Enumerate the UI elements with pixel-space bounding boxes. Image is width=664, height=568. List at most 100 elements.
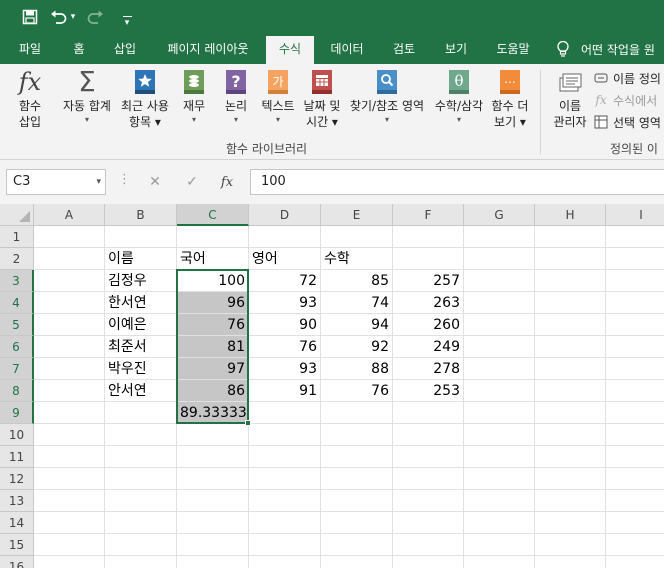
row-header-3[interactable]: 3 [0, 270, 34, 292]
cell-c13[interactable] [177, 490, 249, 512]
cell-f14[interactable] [393, 512, 464, 534]
cell-a1[interactable] [34, 226, 105, 248]
cell-c4[interactable]: 96 [177, 292, 249, 314]
cell-d2[interactable]: 영어 [249, 248, 321, 270]
cell-a3[interactable] [34, 270, 105, 292]
cell-g4[interactable] [464, 292, 535, 314]
column-header-d[interactable]: D [249, 204, 321, 226]
tab-home[interactable]: 홈 [62, 34, 96, 64]
cell-d11[interactable] [249, 446, 321, 468]
row-header-12[interactable]: 12 [0, 468, 34, 490]
cell-b10[interactable] [105, 424, 177, 446]
cell-e6[interactable]: 92 [321, 336, 393, 358]
cell-a2[interactable] [34, 248, 105, 270]
cell-b5[interactable]: 이예은 [105, 314, 177, 336]
row-header-7[interactable]: 7 [0, 358, 34, 380]
cell-d8[interactable]: 91 [249, 380, 321, 402]
fill-handle[interactable] [245, 420, 251, 426]
cell-i5[interactable] [606, 314, 664, 336]
more-functions-button[interactable]: ... 함수 더 보기 ▾ [488, 68, 532, 130]
cell-e15[interactable] [321, 534, 393, 556]
cell-h4[interactable] [535, 292, 606, 314]
cell-d16[interactable] [249, 556, 321, 568]
cell-i2[interactable] [606, 248, 664, 270]
logical-button[interactable]: ? 논리 ▾ [220, 68, 252, 126]
cell-g14[interactable] [464, 512, 535, 534]
cell-e14[interactable] [321, 512, 393, 534]
cell-c12[interactable] [177, 468, 249, 490]
cell-c1[interactable] [177, 226, 249, 248]
undo-dropdown-icon[interactable]: ▾ [68, 5, 78, 29]
cell-h1[interactable] [535, 226, 606, 248]
cell-b13[interactable] [105, 490, 177, 512]
row-header-6[interactable]: 6 [0, 336, 34, 358]
cell-f7[interactable]: 278 [393, 358, 464, 380]
cell-d5[interactable]: 90 [249, 314, 321, 336]
recently-used-button[interactable]: 최근 사용 항목 ▾ [117, 68, 173, 130]
cell-a13[interactable] [34, 490, 105, 512]
cell-b4[interactable]: 한서연 [105, 292, 177, 314]
autosum-button[interactable]: Σ 자동 합계 ▾ [59, 68, 115, 126]
cell-d4[interactable]: 93 [249, 292, 321, 314]
cell-h9[interactable] [535, 402, 606, 424]
math-trig-button[interactable]: θ 수학/삼각 ▾ [430, 68, 488, 126]
cell-a6[interactable] [34, 336, 105, 358]
cell-e12[interactable] [321, 468, 393, 490]
cell-h14[interactable] [535, 512, 606, 534]
cell-f8[interactable]: 253 [393, 380, 464, 402]
column-header-f[interactable]: F [393, 204, 464, 226]
row-header-14[interactable]: 14 [0, 512, 34, 534]
formula-input[interactable]: 100 [250, 169, 664, 195]
cancel-entry-icon[interactable]: ✕ [144, 170, 166, 194]
cell-h7[interactable] [535, 358, 606, 380]
cell-d6[interactable]: 76 [249, 336, 321, 358]
cell-f10[interactable] [393, 424, 464, 446]
cell-h12[interactable] [535, 468, 606, 490]
date-time-button[interactable]: 날짜 및 시간 ▾ [300, 68, 344, 130]
cell-h16[interactable] [535, 556, 606, 568]
create-from-selection-button[interactable]: 선택 영역 [594, 112, 661, 132]
cell-f5[interactable]: 260 [393, 314, 464, 336]
cell-d15[interactable] [249, 534, 321, 556]
cell-f4[interactable]: 263 [393, 292, 464, 314]
cell-f11[interactable] [393, 446, 464, 468]
cell-i15[interactable] [606, 534, 664, 556]
name-box[interactable]: C3 ▾ [6, 169, 106, 195]
row-header-1[interactable]: 1 [0, 226, 34, 248]
cell-a14[interactable] [34, 512, 105, 534]
cell-b14[interactable] [105, 512, 177, 534]
cell-i14[interactable] [606, 512, 664, 534]
row-header-9[interactable]: 9 [0, 402, 34, 424]
cell-i12[interactable] [606, 468, 664, 490]
cell-h6[interactable] [535, 336, 606, 358]
column-header-b[interactable]: B [105, 204, 177, 226]
column-header-g[interactable]: G [464, 204, 535, 226]
row-header-15[interactable]: 15 [0, 534, 34, 556]
cell-e5[interactable]: 94 [321, 314, 393, 336]
define-name-button[interactable]: 이름 정의 [594, 68, 661, 88]
cell-a16[interactable] [34, 556, 105, 568]
cell-c14[interactable] [177, 512, 249, 534]
cell-e9[interactable] [321, 402, 393, 424]
cell-h13[interactable] [535, 490, 606, 512]
undo-icon[interactable] [48, 5, 70, 29]
cell-h8[interactable] [535, 380, 606, 402]
column-header-c[interactable]: C [177, 204, 249, 226]
cell-e10[interactable] [321, 424, 393, 446]
cell-d1[interactable] [249, 226, 321, 248]
cell-c10[interactable] [177, 424, 249, 446]
cell-e11[interactable] [321, 446, 393, 468]
cell-g9[interactable] [464, 402, 535, 424]
cell-b1[interactable] [105, 226, 177, 248]
cell-i13[interactable] [606, 490, 664, 512]
cell-i3[interactable] [606, 270, 664, 292]
column-header-h[interactable]: H [535, 204, 606, 226]
financial-button[interactable]: 재무 ▾ [178, 68, 210, 126]
cell-i16[interactable] [606, 556, 664, 568]
cell-h10[interactable] [535, 424, 606, 446]
cell-f16[interactable] [393, 556, 464, 568]
row-header-16[interactable]: 16 [0, 556, 34, 568]
name-manager-button[interactable]: 이름 관리자 [548, 68, 592, 130]
cell-c2[interactable]: 국어 [177, 248, 249, 270]
cell-c3[interactable]: 100 [177, 270, 249, 292]
